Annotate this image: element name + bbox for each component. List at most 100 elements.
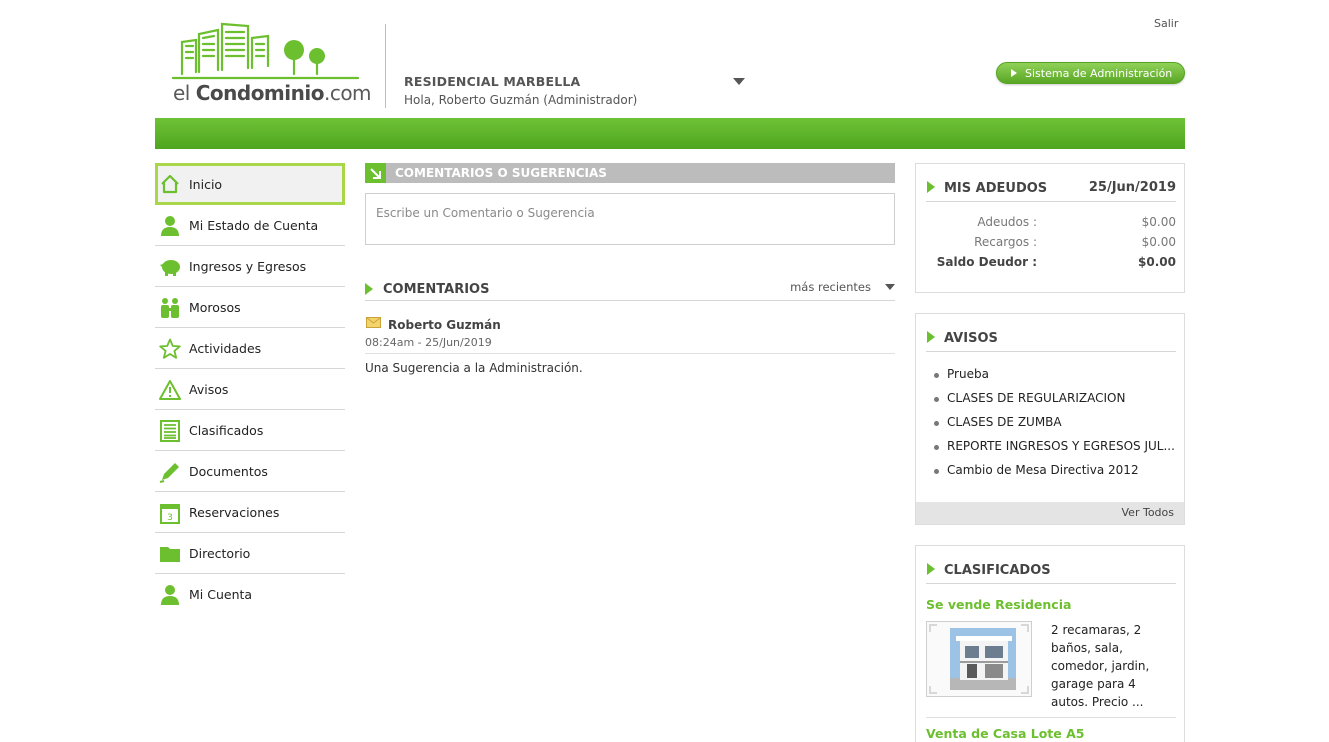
top-nav-bar xyxy=(155,118,1185,149)
user-icon xyxy=(161,216,179,236)
sidebar-item-label: Mi Cuenta xyxy=(189,587,253,602)
comment-form-title: COMENTARIOS O SUGERENCIAS xyxy=(395,166,607,180)
sidebar-item-label: Directorio xyxy=(189,545,251,561)
debt-label: Saldo Deudor : xyxy=(936,255,1037,269)
debt-label: Adeudos : xyxy=(977,215,1037,229)
svg-text:3: 3 xyxy=(167,513,173,523)
mail-icon xyxy=(366,317,381,328)
pencil-icon xyxy=(159,463,179,483)
debt-value: $0.00 xyxy=(1141,215,1176,229)
logo-prefix: el xyxy=(173,81,196,105)
calendar-icon: 3 xyxy=(160,504,180,524)
notices-see-all-link[interactable]: Ver Todos xyxy=(916,502,1184,524)
residence-name: RESIDENCIAL MARBELLA xyxy=(404,74,581,89)
notice-item[interactable]: CLASES DE REGULARIZACION xyxy=(934,391,1174,415)
logo-suffix: .com xyxy=(323,81,372,105)
sidebar-item-label: Avisos xyxy=(189,381,229,397)
user-greeting: Hola, Roberto Guzmán (Administrador) xyxy=(404,93,638,107)
notice-item[interactable]: CLASES DE ZUMBA xyxy=(934,415,1174,439)
section-arrow-icon xyxy=(927,563,935,575)
classifieds-panel: CLASIFICADOS Se vende Residencia 2 recam… xyxy=(915,545,1185,742)
comments-title: COMENTARIOS xyxy=(383,282,490,297)
logo-buildings-graphic xyxy=(171,22,360,80)
sidebar-item-label: Actividades xyxy=(189,340,262,356)
classifieds-panel-header: CLASIFICADOS xyxy=(926,560,1176,584)
logo-bold: Condominio xyxy=(195,81,325,105)
sidebar-item-label: Mi Estado de Cuenta xyxy=(189,217,319,233)
debts-date: 25/Jun/2019 xyxy=(1088,180,1176,195)
debts-panel-header: MIS ADEUDOS 25/Jun/2019 xyxy=(926,178,1176,202)
debts-panel: MIS ADEUDOS 25/Jun/2019 Adeudos : $0.00 … xyxy=(915,163,1185,293)
arrow-down-right-icon xyxy=(365,163,386,183)
piggy-bank-icon xyxy=(160,260,180,276)
admin-system-button-label: Sistema de Administración xyxy=(1025,66,1173,80)
comments-sort-label: más recientes xyxy=(790,280,871,294)
sidebar-item-estado-de-cuenta[interactable]: Mi Estado de Cuenta xyxy=(155,205,345,246)
notice-item[interactable]: Prueba xyxy=(934,367,1174,391)
sidebar-item-avisos[interactable]: Avisos xyxy=(155,369,345,410)
comments-section-header: COMENTARIOS más recientes xyxy=(365,280,895,301)
sidebar-item-label: Documentos xyxy=(189,463,268,479)
notices-panel: AVISOS Prueba CLASES DE REGULARIZACION C… xyxy=(915,313,1185,525)
residence-dropdown-caret-icon[interactable] xyxy=(733,78,745,85)
sidebar-item-ingresos-egresos[interactable]: Ingresos y Egresos xyxy=(155,246,345,287)
sidebar-item-mi-cuenta[interactable]: Mi Cuenta xyxy=(155,574,345,615)
comment-author[interactable]: Roberto Guzmán xyxy=(388,318,501,332)
section-arrow-icon xyxy=(927,331,935,343)
logout-link[interactable]: Salir xyxy=(1154,17,1178,30)
people-icon xyxy=(161,298,179,318)
debts-title: MIS ADEUDOS xyxy=(944,181,1048,196)
sidebar-item-label: Reservaciones xyxy=(189,504,280,520)
classified-description: 2 recamaras, 2 baños, sala, comedor, jar… xyxy=(1051,623,1150,709)
admin-system-button[interactable]: Sistema de Administración xyxy=(996,62,1185,84)
debt-label: Recargos : xyxy=(974,235,1037,249)
comment-divider xyxy=(365,353,895,354)
sidebar-item-label: Inicio xyxy=(189,176,223,192)
debt-row-adeudos: Adeudos : $0.00 xyxy=(926,215,1176,233)
notices-title: AVISOS xyxy=(944,331,998,346)
sidebar-item-label: Morosos xyxy=(189,299,241,315)
folder-icon xyxy=(160,547,180,562)
home-icon xyxy=(161,174,179,194)
notices-panel-header: AVISOS xyxy=(926,328,1176,352)
sidebar-item-inicio[interactable]: Inicio xyxy=(155,163,345,205)
comment-form-header: COMENTARIOS O SUGERENCIAS xyxy=(365,163,895,183)
classified-divider xyxy=(926,717,1176,718)
notices-list: Prueba CLASES DE REGULARIZACION CLASES D… xyxy=(934,367,1175,487)
house-photo-image xyxy=(929,624,1029,694)
comment-text: Una Sugerencia a la Administración. xyxy=(365,361,583,375)
sidebar-item-label: Ingresos y Egresos xyxy=(189,258,307,274)
debt-value: $0.00 xyxy=(1138,255,1176,269)
sidebar-item-reservaciones[interactable]: 3 Reservaciones xyxy=(155,492,345,533)
sidebar-item-morosos[interactable]: Morosos xyxy=(155,287,345,328)
warning-icon xyxy=(159,380,181,400)
site-logo[interactable]: el Condominio.com xyxy=(171,22,372,108)
sidebar-nav: Inicio Mi Estado de Cuenta Ingresos y Eg… xyxy=(155,163,345,615)
comment-input[interactable] xyxy=(365,193,895,245)
classified-item-title[interactable]: Se vende Residencia xyxy=(926,597,1071,612)
debt-row-recargos: Recargos : $0.00 xyxy=(926,235,1176,253)
sidebar-item-directorio[interactable]: Directorio xyxy=(155,533,345,574)
classified-thumbnail[interactable] xyxy=(926,621,1032,697)
notice-item[interactable]: Cambio de Mesa Directiva 2012 xyxy=(934,463,1174,487)
sidebar-item-documentos[interactable]: Documentos xyxy=(155,451,345,492)
chevron-down-icon xyxy=(885,284,895,290)
notice-item[interactable]: REPORTE INGRESOS Y EGRESOS JUL... xyxy=(934,439,1175,463)
debt-row-saldo-deudor: Saldo Deudor : $0.00 xyxy=(926,255,1176,273)
comment-date: 08:24am - 25/Jun/2019 xyxy=(365,336,492,349)
section-arrow-icon xyxy=(927,181,935,193)
play-icon xyxy=(1011,69,1017,77)
star-icon xyxy=(159,338,181,359)
section-arrow-icon xyxy=(365,283,373,295)
sidebar-item-actividades[interactable]: Actividades xyxy=(155,328,345,369)
user-icon xyxy=(161,585,179,605)
sidebar-item-label: Clasificados xyxy=(189,422,264,438)
header-divider xyxy=(385,24,386,108)
classified-item-title[interactable]: Venta de Casa Lote A5 xyxy=(926,726,1084,741)
comments-sort-select[interactable]: más recientes xyxy=(790,280,895,294)
debt-value: $0.00 xyxy=(1141,235,1176,249)
sidebar-item-clasificados[interactable]: Clasificados xyxy=(155,410,345,451)
newspaper-icon xyxy=(160,420,180,442)
classifieds-title: CLASIFICADOS xyxy=(944,563,1051,578)
logo-wordmark: el Condominio.com xyxy=(173,81,372,105)
